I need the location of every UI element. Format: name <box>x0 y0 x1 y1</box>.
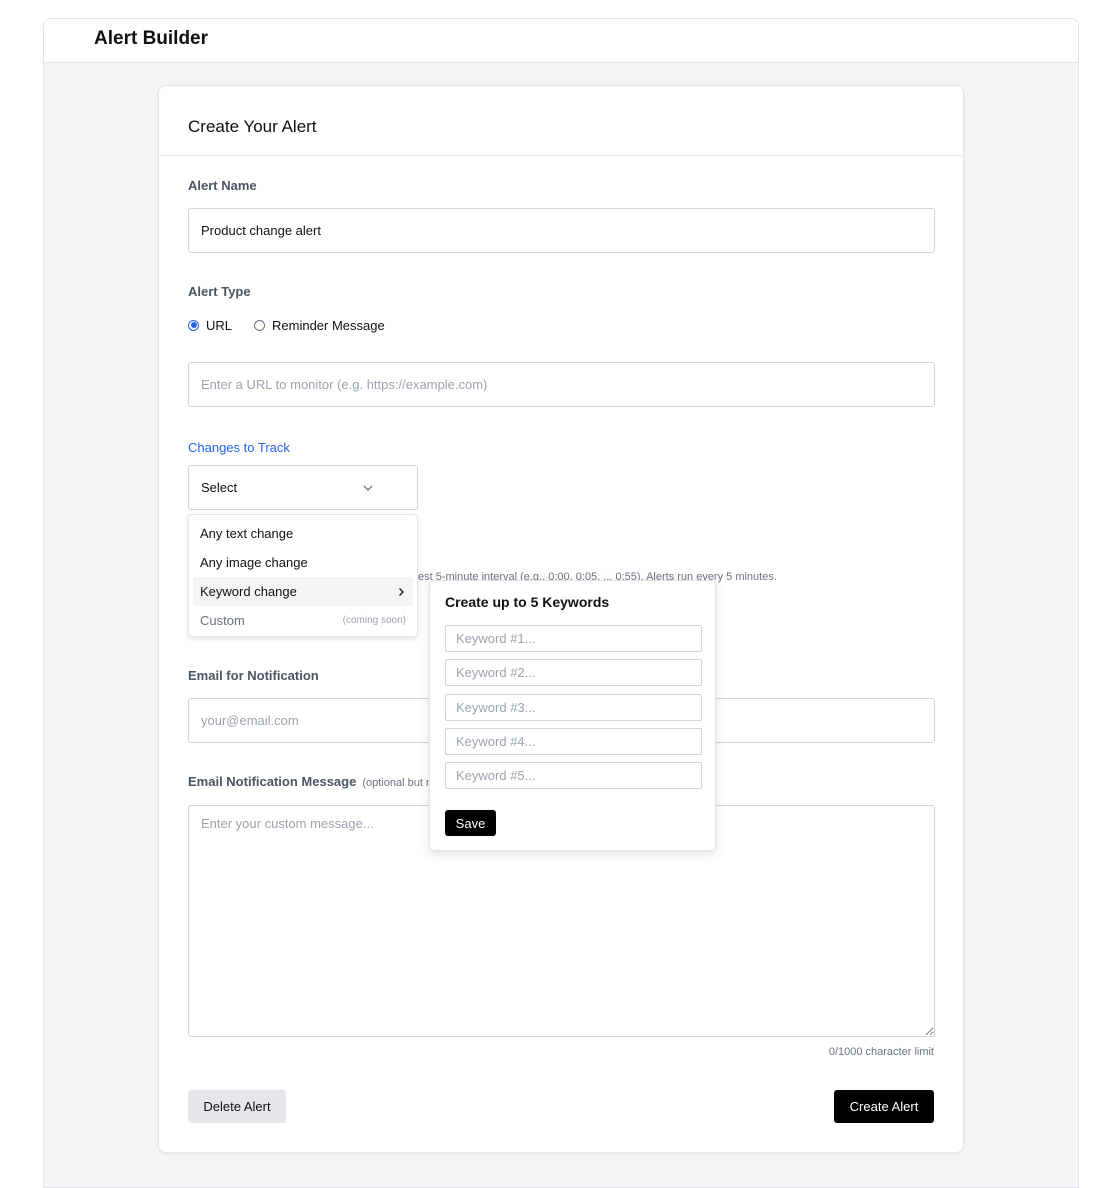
changes-label: Changes to Track <box>188 440 290 455</box>
chevron-down-icon <box>363 485 373 491</box>
url-input[interactable] <box>188 362 935 407</box>
radio-reminder-button[interactable] <box>254 319 266 331</box>
changes-dropdown-menu: Any text change Any image change Keyword… <box>188 514 418 637</box>
menu-item-keyword-change[interactable]: Keyword change <box>193 577 413 606</box>
char-limit-counter: 0/1000 character limit <box>828 1046 934 1058</box>
radio-url[interactable]: URL <box>188 318 232 333</box>
card-title: Create Your Alert <box>188 117 317 136</box>
alert-name-input[interactable] <box>188 208 935 253</box>
alert-name-label: Alert Name <box>188 178 257 193</box>
radio-url-label: URL <box>206 317 233 333</box>
save-keywords-button[interactable]: Save <box>445 810 496 836</box>
message-label-text: Email Notification Message <box>188 774 357 789</box>
app-title: Alert Builder <box>94 28 209 49</box>
keyword-input-1[interactable] <box>445 625 702 652</box>
coming-soon-note: (coming soon) <box>342 615 406 626</box>
menu-item-label: Any image change <box>200 555 308 570</box>
delete-alert-button[interactable]: Delete Alert <box>188 1090 286 1123</box>
radio-reminder-label: Reminder Message <box>272 317 385 333</box>
keyword-input-2[interactable] <box>445 659 702 686</box>
menu-item-label: Keyword change <box>200 584 297 599</box>
message-optional-note: (optional but r <box>362 777 430 789</box>
keyword-input-3[interactable] <box>445 694 702 721</box>
changes-select-value: Select <box>201 480 238 495</box>
menu-item-text-change[interactable]: Any text change <box>193 519 413 548</box>
menu-item-label: Any text change <box>200 526 294 541</box>
menu-item-label: Custom <box>200 613 245 628</box>
card-header: Create Your Alert <box>159 86 963 156</box>
chevron-right-icon <box>399 587 404 596</box>
radio-reminder[interactable]: Reminder Message <box>254 318 385 333</box>
keyword-input-5[interactable] <box>445 762 702 789</box>
menu-item-custom: Custom (coming soon) <box>193 606 413 635</box>
message-label: Email Notification Message (optional but … <box>188 774 430 789</box>
keywords-popover: Create up to 5 Keywords Save <box>429 580 716 851</box>
keywords-popover-title: Create up to 5 Keywords <box>445 594 610 610</box>
menu-item-image-change[interactable]: Any image change <box>193 548 413 577</box>
changes-select[interactable]: Select <box>188 465 418 510</box>
app-window: Alert Builder Create Your Alert Alert Na… <box>43 18 1079 1188</box>
create-alert-button[interactable]: Create Alert <box>834 1090 934 1123</box>
alert-form-card: Create Your Alert Alert Name Alert Type … <box>158 85 964 1153</box>
app-header: Alert Builder <box>44 19 1078 63</box>
alert-type-label: Alert Type <box>188 284 251 299</box>
email-label: Email for Notification <box>188 668 319 683</box>
radio-url-button[interactable] <box>188 319 199 331</box>
keyword-input-4[interactable] <box>445 728 702 755</box>
alert-type-radio-group: URL Reminder Message <box>188 316 407 334</box>
